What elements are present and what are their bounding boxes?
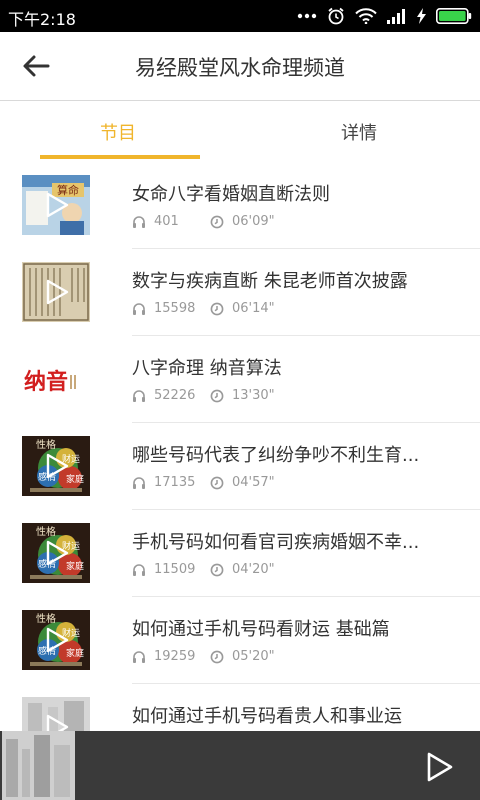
status-bar: 下午2:18	[0, 0, 480, 32]
player-bar	[0, 731, 480, 800]
episode-meta: 17135 04'57"	[132, 475, 275, 490]
tab-programs[interactable]: 节目	[100, 119, 136, 145]
episode-thumbnail: 性格 财运 感情 家庭	[22, 610, 90, 670]
thumb-text: 性格	[36, 525, 56, 538]
clock-icon	[210, 563, 224, 576]
play-count: 17135	[154, 475, 196, 490]
play-icon	[46, 627, 69, 653]
headphones-icon	[133, 564, 145, 576]
charging-icon	[417, 8, 426, 24]
battery-icon	[436, 8, 472, 24]
episode-meta: 401 06'09"	[132, 214, 275, 229]
play-icon	[46, 279, 69, 305]
status-icons	[297, 6, 472, 26]
page-title: 易经殿堂风水命理频道	[135, 56, 345, 80]
signal-icon	[387, 9, 405, 24]
episode-title: 数字与疾病直断 朱昆老师首次披露	[132, 271, 408, 292]
play-count: 52226	[154, 388, 196, 403]
play-icon	[46, 192, 69, 218]
list-item[interactable]: 数字与疾病直断 朱昆老师首次披露 15598 06'14"	[0, 249, 480, 336]
episode-list: 算命 女命八字看婚姻直断法则 401 06'09" 数字与疾病直断 朱昆老师首次…	[0, 162, 480, 771]
headphones-icon	[133, 390, 145, 402]
episode-thumbnail	[22, 262, 90, 322]
duration: 04'57"	[232, 475, 275, 490]
duration: 05'20"	[232, 649, 275, 664]
episode-meta: 19259 05'20"	[132, 649, 275, 664]
list-item[interactable]: 性格 财运 感情 家庭 哪些号码代表了纠纷争吵不利生育... 17135 04'…	[0, 423, 480, 510]
duration: 06'09"	[232, 214, 275, 229]
clock-icon	[210, 650, 224, 663]
episode-meta: 15598 06'14"	[132, 301, 275, 316]
headphones-icon	[133, 477, 145, 489]
episode-thumbnail: 性格 财运 感情 家庭	[22, 523, 90, 583]
episode-thumbnail: 性格 财运 感情 家庭	[22, 436, 90, 496]
duration: 13'30"	[232, 388, 275, 403]
app-header: 易经殿堂风水命理频道	[0, 32, 480, 101]
tab-bar: 节目 详情	[0, 101, 480, 161]
list-item[interactable]: 性格 财运 感情 家庭 手机号码如何看官司疾病婚姻不幸... 11509 04'…	[0, 510, 480, 597]
active-tab-indicator	[40, 155, 200, 159]
clock-icon	[210, 476, 224, 489]
list-item[interactable]: 性格 财运 感情 家庭 如何通过手机号码看财运 基础篇 19259 05'20"	[0, 597, 480, 684]
play-count: 15598	[154, 301, 196, 316]
thumb-text: 纳音	[24, 369, 68, 395]
headphones-icon	[133, 303, 145, 315]
episode-title: 手机号码如何看官司疾病婚姻不幸...	[132, 532, 420, 553]
play-icon	[46, 453, 69, 479]
duration: 06'14"	[232, 301, 275, 316]
clock-icon	[210, 302, 224, 315]
play-count: 19259	[154, 649, 196, 664]
thumb-text: 性格	[36, 612, 56, 625]
episode-title: 哪些号码代表了纠纷争吵不利生育...	[132, 445, 420, 466]
play-count: 401	[154, 214, 179, 229]
episode-title: 女命八字看婚姻直断法则	[132, 184, 330, 205]
episode-title: 八字命理 纳音算法	[132, 358, 282, 379]
episode-thumbnail: 算命	[22, 175, 90, 235]
alarm-icon	[328, 7, 344, 25]
episode-thumbnail: 纳音	[22, 349, 90, 409]
more-dots-icon	[297, 13, 317, 19]
play-icon	[46, 540, 69, 566]
wifi-icon	[355, 8, 377, 24]
episode-title: 如何通过手机号码看财运 基础篇	[132, 619, 390, 640]
duration: 04'20"	[232, 562, 275, 577]
episode-meta: 11509 04'20"	[132, 562, 275, 577]
headphones-icon	[133, 216, 145, 228]
status-time: 下午2:18	[8, 10, 76, 29]
headphones-icon	[133, 651, 145, 663]
list-item[interactable]: 算命 女命八字看婚姻直断法则 401 06'09"	[0, 162, 480, 249]
tab-details[interactable]: 详情	[341, 119, 377, 145]
play-count: 11509	[154, 562, 196, 577]
clock-icon	[210, 389, 224, 402]
clock-icon	[210, 215, 224, 228]
play-icon[interactable]	[425, 751, 455, 783]
list-item[interactable]: 纳音 八字命理 纳音算法 52226 13'30"	[0, 336, 480, 423]
episode-meta: 52226 13'30"	[132, 388, 275, 403]
thumb-text: 性格	[36, 438, 56, 451]
now-playing-thumbnail[interactable]	[2, 731, 75, 800]
episode-title: 如何通过手机号码看贵人和事业运	[132, 706, 402, 727]
